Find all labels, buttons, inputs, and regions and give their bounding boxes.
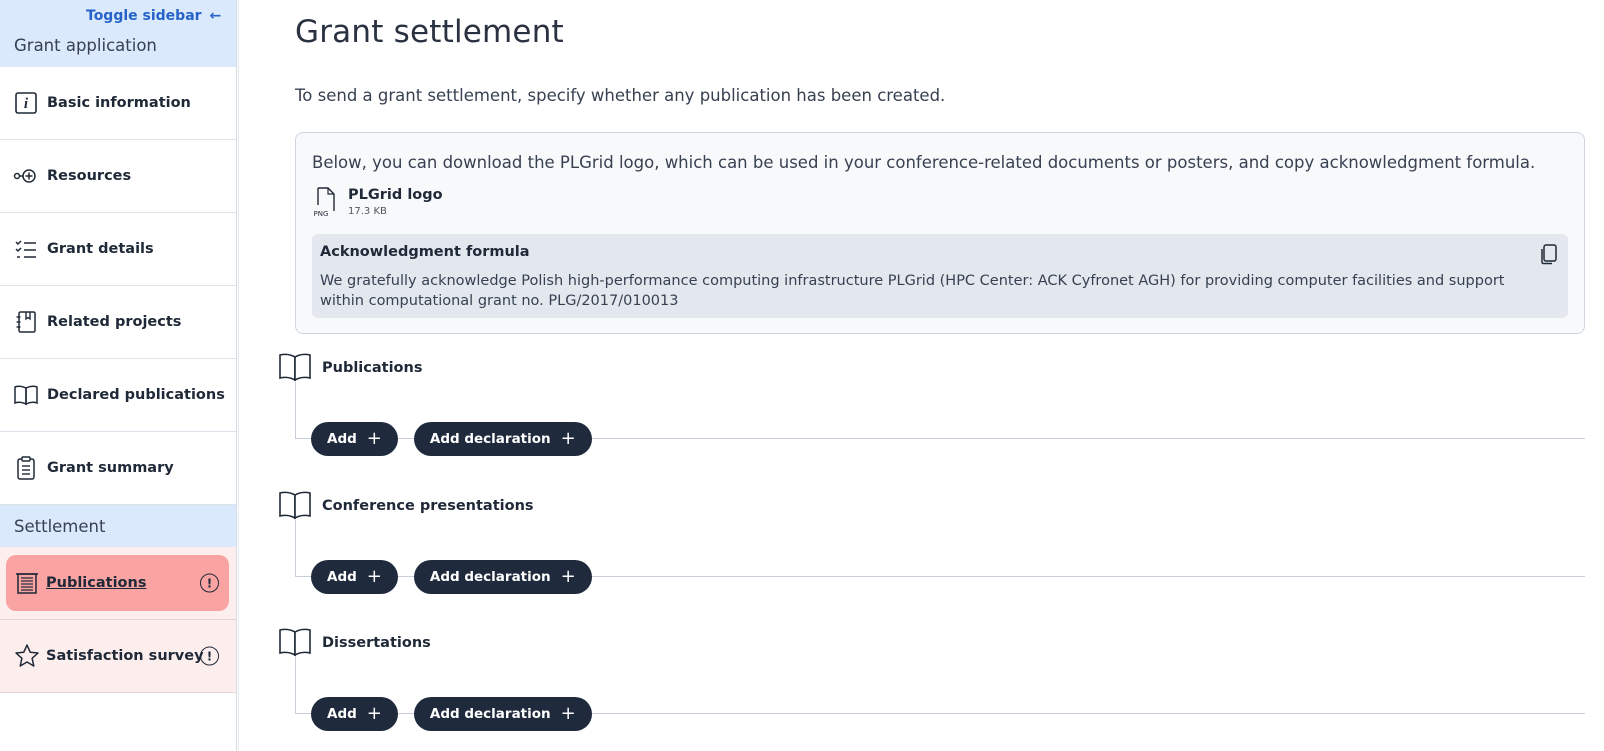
checklist-icon [13,236,39,262]
plus-icon: + [560,428,576,449]
add-button-label: Add [327,706,357,722]
sidebar-item-label: Grant summary [47,460,174,476]
add-declaration-button[interactable]: Add declaration + [413,422,592,456]
svg-text:i: i [24,96,29,112]
conference-presentations-section: Conference presentations Add + Add declar… [278,490,1585,610]
section-title: Conference presentations [322,498,534,514]
intro-text: To send a grant settlement, specify whet… [295,86,946,105]
page-title: Grant settlement [295,14,564,50]
book-icon [278,490,312,520]
section-divider [295,520,296,576]
notebook-icon [13,309,39,335]
add-button[interactable]: Add + [311,560,398,594]
sidebar-item-publications-row: Publications ! [0,547,236,620]
add-declaration-button-label: Add declaration [429,431,551,447]
copy-icon[interactable] [1538,243,1560,265]
sidebar-item-declared-publications[interactable]: Declared publications [0,359,236,432]
info-icon: i [13,90,39,116]
settlement-section-title: Settlement [0,505,236,547]
section-actions: Add + Add declaration + [311,560,592,594]
info-box: Below, you can download the PLGrid logo,… [295,132,1585,334]
add-declaration-button-label: Add declaration [429,569,551,585]
svg-text:PNG: PNG [314,210,329,217]
sidebar: Toggle sidebar ← Grant application i Bas… [0,0,237,751]
plus-icon: + [366,566,382,587]
section-actions: Add + Add declaration + [311,422,592,456]
sidebar-section-title: Grant application [14,36,157,55]
warning-icon: ! [200,573,219,593]
add-button[interactable]: Add + [311,697,398,731]
add-declaration-button[interactable]: Add declaration + [413,560,592,594]
add-declaration-button[interactable]: Add declaration + [413,697,592,731]
settlement-group: Publications ! Satisfaction survey ! [0,547,236,693]
publications-section: Publications Add + Add declaration + [278,352,1585,472]
add-button-label: Add [327,431,357,447]
document-list-icon [14,570,40,596]
sidebar-item-label: Related projects [47,314,182,330]
info-description: Below, you can download the PLGrid logo,… [312,153,1536,172]
clipboard-icon [13,455,39,481]
plus-icon: + [366,703,382,724]
book-icon [13,382,39,408]
sidebar-item-label: Declared publications [47,387,225,403]
plus-icon: + [366,428,382,449]
acknowledgment-text: We gratefully acknowledge Polish high-pe… [320,273,1505,309]
toggle-sidebar-label: Toggle sidebar [86,8,202,24]
plus-icon: + [560,566,576,587]
plgrid-logo-download[interactable]: PNG PLGrid logo 17.3 KB [312,187,443,218]
file-size: 17.3 KB [348,206,387,217]
add-declaration-button-label: Add declaration [429,706,551,722]
sidebar-item-related-projects[interactable]: Related projects [0,286,236,359]
sidebar-item-grant-details[interactable]: Grant details [0,213,236,286]
section-title: Publications [322,360,423,376]
acknowledgment-box: Acknowledgment formula We gratefully ack… [312,234,1568,318]
sidebar-item-label: Grant details [47,241,154,257]
section-title: Dissertations [322,635,431,651]
sidebar-header: Toggle sidebar ← Grant application [0,0,236,67]
warning-icon: ! [200,646,219,666]
toggle-sidebar-button[interactable]: Toggle sidebar ← [86,8,221,24]
sidebar-item-label: Satisfaction survey [46,648,204,664]
add-button-label: Add [327,569,357,585]
sidebar-item-satisfaction-survey[interactable]: Satisfaction survey ! [6,628,229,684]
file-name: PLGrid logo [348,187,443,203]
sidebar-item-publications[interactable]: Publications ! [6,555,229,611]
sidebar-item-label: Resources [47,168,132,184]
arrow-left-icon: ← [209,8,222,24]
star-icon [14,643,40,669]
acknowledgment-title: Acknowledgment formula [320,244,530,260]
resources-icon [13,163,39,189]
sidebar-item-resources[interactable]: Resources [0,140,236,213]
png-file-icon: PNG [312,187,338,218]
file-meta: PLGrid logo 17.3 KB [348,187,443,217]
sidebar-item-basic-information[interactable]: i Basic information [0,67,236,140]
book-icon [278,627,312,657]
plus-icon: + [560,703,576,724]
sidebar-item-label: Basic information [47,95,191,111]
sidebar-item-satisfaction-survey-row: Satisfaction survey ! [0,620,236,693]
book-icon [278,352,312,382]
sidebar-item-grant-summary[interactable]: Grant summary [0,432,236,505]
section-divider [295,657,296,713]
sidebar-item-label: Publications [46,575,147,591]
main-content: Grant settlement To send a grant settlem… [238,0,1604,751]
section-actions: Add + Add declaration + [311,697,592,731]
dissertations-section: Dissertations Add + Add declaration + [278,627,1585,747]
section-divider [295,382,296,438]
add-button[interactable]: Add + [311,422,398,456]
